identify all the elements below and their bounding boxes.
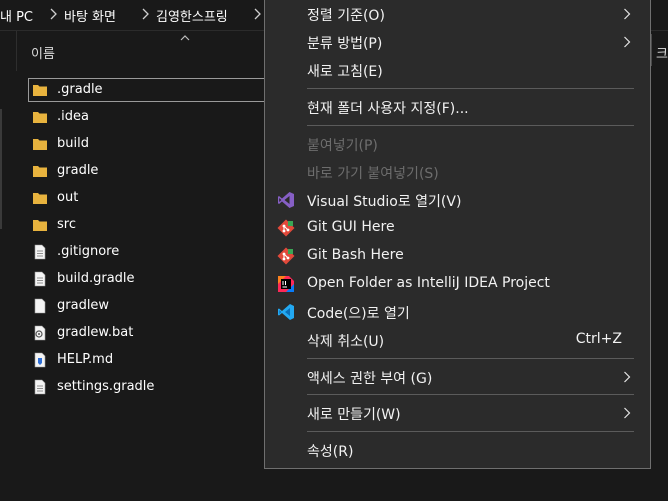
file-row-out[interactable]: out xyxy=(28,186,278,210)
menu-item-label: Open Folder as IntelliJ IDEA Project xyxy=(307,275,550,291)
menu-separator xyxy=(307,125,634,126)
folder-icon xyxy=(33,166,47,177)
menu-item-label: 새로 고침(E) xyxy=(307,64,383,80)
chevron-right-icon xyxy=(624,407,631,419)
chevron-right-icon[interactable] xyxy=(48,7,58,21)
chevron-right-icon xyxy=(624,8,631,20)
file-name: .gradle xyxy=(57,82,103,97)
markdown-file-icon xyxy=(34,352,46,368)
file-name: gradle xyxy=(57,163,99,178)
file-name: src xyxy=(57,217,76,232)
navigation-pane-edge xyxy=(0,109,2,229)
menu-item-label: 새로 만들기(W) xyxy=(307,407,401,423)
menu-item-label: 붙여넣기(P) xyxy=(307,138,378,154)
visual-studio-icon xyxy=(278,192,294,208)
file-row-gradle[interactable]: gradle xyxy=(28,159,278,183)
file-name: gradlew.bat xyxy=(57,325,134,340)
menu-separator xyxy=(307,431,634,432)
file-row-gradlew[interactable]: gradlew xyxy=(28,294,278,318)
file-name: .idea xyxy=(57,109,89,124)
folder-icon xyxy=(33,85,47,96)
column-header-size-label: 크 xyxy=(656,47,668,62)
folder-icon xyxy=(33,139,47,150)
menu-item-paste: 붙여넣기(P) xyxy=(265,130,650,158)
menu-separator xyxy=(307,358,634,359)
menu-item-label: 액세스 권한 부여 (G) xyxy=(307,371,433,387)
text-file-icon xyxy=(34,379,46,395)
menu-item-label: Git Bash Here xyxy=(307,247,404,263)
git-bash-icon xyxy=(277,247,295,265)
menu-item-open-intellij[interactable]: Open Folder as IntelliJ IDEA Project xyxy=(265,270,650,298)
file-name: gradlew xyxy=(57,298,110,313)
menu-item-properties[interactable]: 속성(R) xyxy=(265,436,650,464)
chevron-right-icon xyxy=(624,36,631,48)
menu-item-refresh[interactable]: 새로 고침(E) xyxy=(265,56,650,84)
menu-item-label: Git GUI Here xyxy=(307,219,395,235)
breadcrumb-desktop[interactable]: 바탕 화면 xyxy=(64,6,116,25)
file-name: build.gradle xyxy=(57,271,135,286)
chevron-right-icon[interactable] xyxy=(252,7,262,21)
menu-item-label: 속성(R) xyxy=(307,444,354,460)
blank-file-icon xyxy=(34,298,46,314)
menu-item-label: 분류 방법(P) xyxy=(307,36,383,52)
menu-item-new[interactable]: 새로 만들기(W) xyxy=(265,399,650,427)
menu-item-undo-delete[interactable]: 삭제 취소(U) Ctrl+Z xyxy=(265,326,650,354)
menu-item-label: 정렬 기준(O) xyxy=(307,8,385,24)
chevron-right-icon[interactable] xyxy=(140,7,150,21)
file-row-gitignore[interactable]: .gitignore xyxy=(28,240,278,264)
file-row-gradle-dir[interactable]: .gradle xyxy=(28,78,278,102)
menu-item-open-vscode[interactable]: Code(으)로 열기 xyxy=(265,298,650,326)
chevron-right-icon xyxy=(624,371,631,383)
column-divider[interactable] xyxy=(16,31,17,71)
menu-item-sort-by[interactable]: 정렬 기준(O) xyxy=(265,0,650,28)
text-file-icon xyxy=(34,244,46,260)
file-row-idea[interactable]: .idea xyxy=(28,105,278,129)
file-row-src[interactable]: src xyxy=(28,213,278,237)
menu-item-label: Visual Studio로 열기(V) xyxy=(307,194,462,210)
file-name: .gitignore xyxy=(57,244,120,259)
folder-icon xyxy=(33,220,47,231)
menu-item-paste-shortcut: 바로 가기 붙여넣기(S) xyxy=(265,158,650,186)
menu-item-give-access[interactable]: 액세스 권한 부여 (G) xyxy=(265,363,650,391)
file-row-build[interactable]: build xyxy=(28,132,278,156)
sort-ascending-icon xyxy=(180,35,190,41)
menu-item-open-visual-studio[interactable]: Visual Studio로 열기(V) xyxy=(265,186,650,214)
file-name: settings.gradle xyxy=(57,379,155,394)
context-menu: 정렬 기준(O) 분류 방법(P) 새로 고침(E) 현재 폴더 사용자 지정(… xyxy=(264,0,651,469)
menu-item-label: Code(으)로 열기 xyxy=(307,306,410,322)
menu-item-label: 현재 폴더 사용자 지정(F)... xyxy=(307,101,469,117)
file-name: out xyxy=(57,190,79,205)
menu-item-customize-folder[interactable]: 현재 폴더 사용자 지정(F)... xyxy=(265,93,650,121)
menu-separator xyxy=(307,88,634,89)
file-row-help-md[interactable]: HELP.md xyxy=(28,348,278,372)
file-row-gradlew-bat[interactable]: gradlew.bat xyxy=(28,321,278,345)
batch-file-icon xyxy=(34,325,46,341)
text-file-icon xyxy=(34,271,46,287)
folder-icon xyxy=(33,193,47,204)
menu-item-label: 바로 가기 붙여넣기(S) xyxy=(307,166,439,182)
menu-separator xyxy=(307,394,634,395)
menu-item-git-gui[interactable]: Git GUI Here xyxy=(265,214,650,242)
file-row-build-gradle[interactable]: build.gradle xyxy=(28,267,278,291)
folder-icon xyxy=(33,112,47,123)
menu-item-git-bash[interactable]: Git Bash Here xyxy=(265,242,650,270)
menu-item-group-by[interactable]: 분류 방법(P) xyxy=(265,28,650,56)
breadcrumb-project-folder[interactable]: 김영한스프링 xyxy=(156,6,228,25)
menu-item-shortcut: Ctrl+Z xyxy=(575,331,622,347)
file-name: HELP.md xyxy=(57,352,114,367)
file-explorer-window: 내 PC 바탕 화면 김영한스프링 이름 크 .gradle .idea bui… xyxy=(0,0,668,501)
menu-item-label: 삭제 취소(U) xyxy=(307,334,385,350)
breadcrumb-this-pc[interactable]: 내 PC xyxy=(0,6,33,25)
file-row-settings-gradle[interactable]: settings.gradle xyxy=(28,375,278,399)
column-header-name[interactable]: 이름 xyxy=(31,43,55,62)
intellij-idea-icon xyxy=(278,276,294,292)
vscode-icon xyxy=(278,304,294,320)
git-gui-icon xyxy=(277,219,295,237)
file-name: build xyxy=(57,136,89,151)
